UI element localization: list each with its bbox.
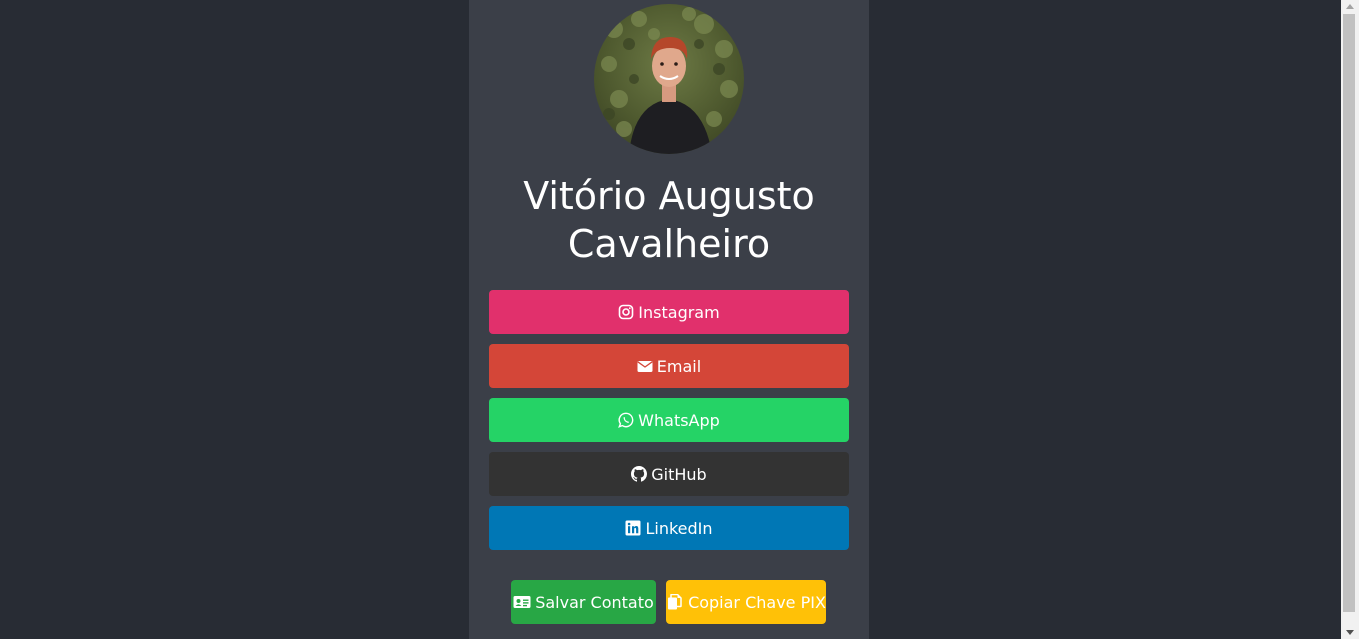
page: Vitório Augusto Cavalheiro Instagram Ema… — [0, 0, 1359, 639]
github-button[interactable]: GitHub — [489, 452, 849, 496]
profile-name-line2: Cavalheiro — [567, 222, 771, 266]
vertical-scrollbar[interactable] — [1341, 0, 1359, 639]
github-label: GitHub — [651, 464, 707, 484]
instagram-icon — [618, 304, 634, 320]
github-icon — [631, 466, 648, 482]
whatsapp-label: WhatsApp — [638, 410, 720, 430]
profile-name-line1: Vitório Augusto — [523, 174, 815, 218]
scroll-down-icon[interactable] — [1346, 630, 1354, 635]
profile-photo — [594, 4, 744, 154]
linkedin-icon — [625, 520, 641, 536]
profile-card: Vitório Augusto Cavalheiro Instagram Ema… — [469, 0, 869, 639]
instagram-label: Instagram — [638, 302, 720, 322]
avatar — [594, 4, 744, 154]
copy-pix-label: Copiar Chave PIX — [688, 592, 826, 612]
scroll-up-icon[interactable] — [1346, 4, 1354, 9]
copy-icon — [666, 594, 684, 610]
linkedin-label: LinkedIn — [645, 518, 713, 538]
id-card-icon — [513, 594, 531, 610]
email-label: Email — [656, 356, 702, 376]
scrollbar-thumb[interactable] — [1343, 14, 1355, 612]
envelope-icon — [637, 358, 653, 374]
save-contact-button[interactable]: Salvar Contato — [511, 580, 656, 624]
whatsapp-button[interactable]: WhatsApp — [489, 398, 849, 442]
whatsapp-icon — [618, 412, 634, 428]
copy-pix-button[interactable]: Copiar Chave PIX — [666, 580, 826, 624]
linkedin-button[interactable]: LinkedIn — [489, 506, 849, 550]
email-button[interactable]: Email — [489, 344, 849, 388]
save-contact-label: Salvar Contato — [535, 592, 654, 612]
instagram-button[interactable]: Instagram — [489, 290, 849, 334]
profile-name: Vitório Augusto Cavalheiro — [469, 172, 869, 268]
